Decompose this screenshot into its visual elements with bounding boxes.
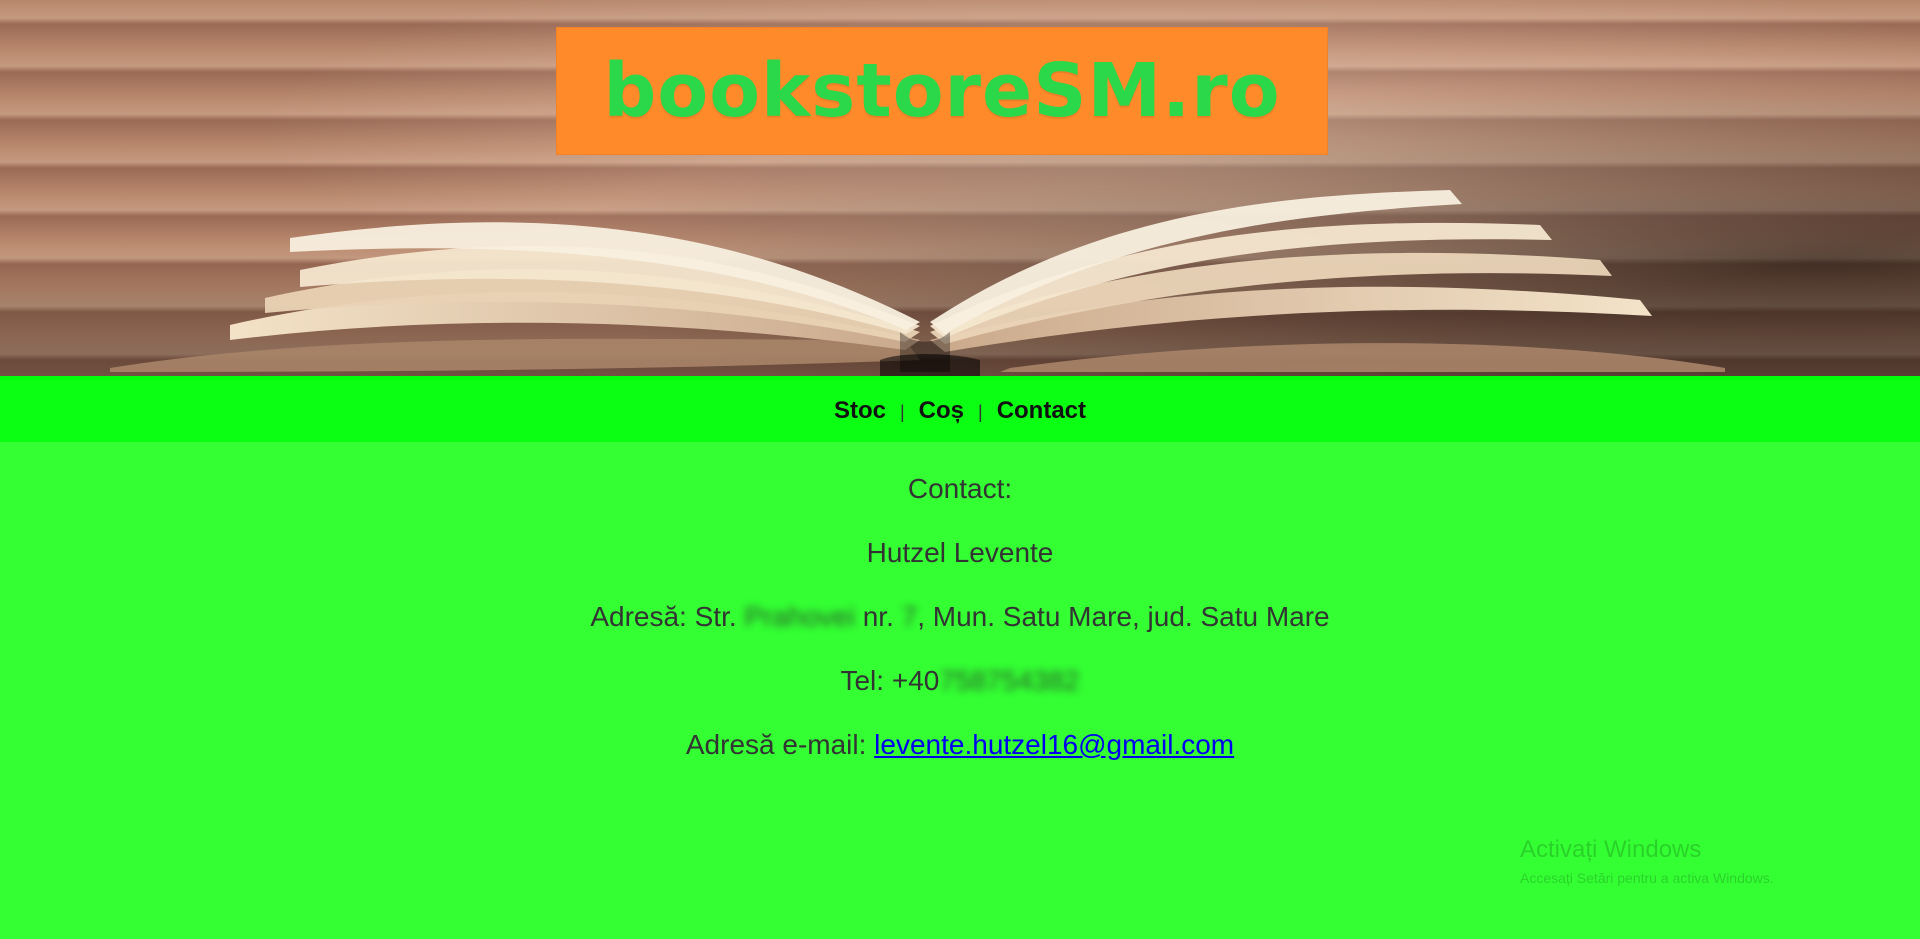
- windows-activation-watermark: Activați Windows Accesați Setări pentru …: [1520, 836, 1900, 886]
- contact-address: Adresă: Str. Prahovei nr. 7, Mun. Satu M…: [0, 600, 1920, 634]
- email-label: Adresă e-mail:: [685, 729, 867, 760]
- phone-prefix: Tel: +40: [840, 665, 940, 696]
- contact-name: Hutzel Levente: [866, 537, 1054, 568]
- header-banner: bookstoreSM.ro: [0, 0, 1920, 376]
- site-logo-text: bookstoreSM.ro: [603, 48, 1281, 134]
- address-nr-label: nr.: [862, 601, 894, 632]
- address-prefix: Adresă: Str.: [590, 601, 737, 632]
- email-link[interactable]: levente.hutzel16@gmail.com: [874, 729, 1234, 760]
- nav-link-contact[interactable]: Contact: [997, 397, 1086, 425]
- nav-link-cos[interactable]: Coș: [919, 397, 964, 425]
- nav-link-stoc[interactable]: Stoc: [834, 397, 886, 425]
- address-suffix: , Mun. Satu Mare, jud. Satu Mare: [917, 601, 1330, 632]
- top-nav: Stoc | Coș | Contact: [0, 376, 1920, 442]
- watermark-line-2: Accesați Setări pentru a activa Windows.: [1520, 870, 1774, 886]
- contact-email: Adresă e-mail: levente.hutzel16@gmail.co…: [0, 728, 1920, 762]
- contact-title: Contact:: [907, 473, 1013, 504]
- contact-phone: Tel: +40758754382: [0, 664, 1920, 698]
- address-street-redacted: Prahovei: [744, 601, 855, 632]
- address-nr-redacted: 7: [901, 601, 918, 632]
- nav-separator: |: [978, 401, 983, 422]
- page: bookstoreSM.ro Stoc | Coș | Contact Cont…: [0, 0, 1920, 939]
- watermark-line-1: Activați Windows: [1520, 836, 1702, 863]
- nav-separator: |: [899, 401, 905, 422]
- phone-number-redacted: 758754382: [939, 665, 1080, 696]
- site-logo[interactable]: bookstoreSM.ro: [556, 27, 1328, 155]
